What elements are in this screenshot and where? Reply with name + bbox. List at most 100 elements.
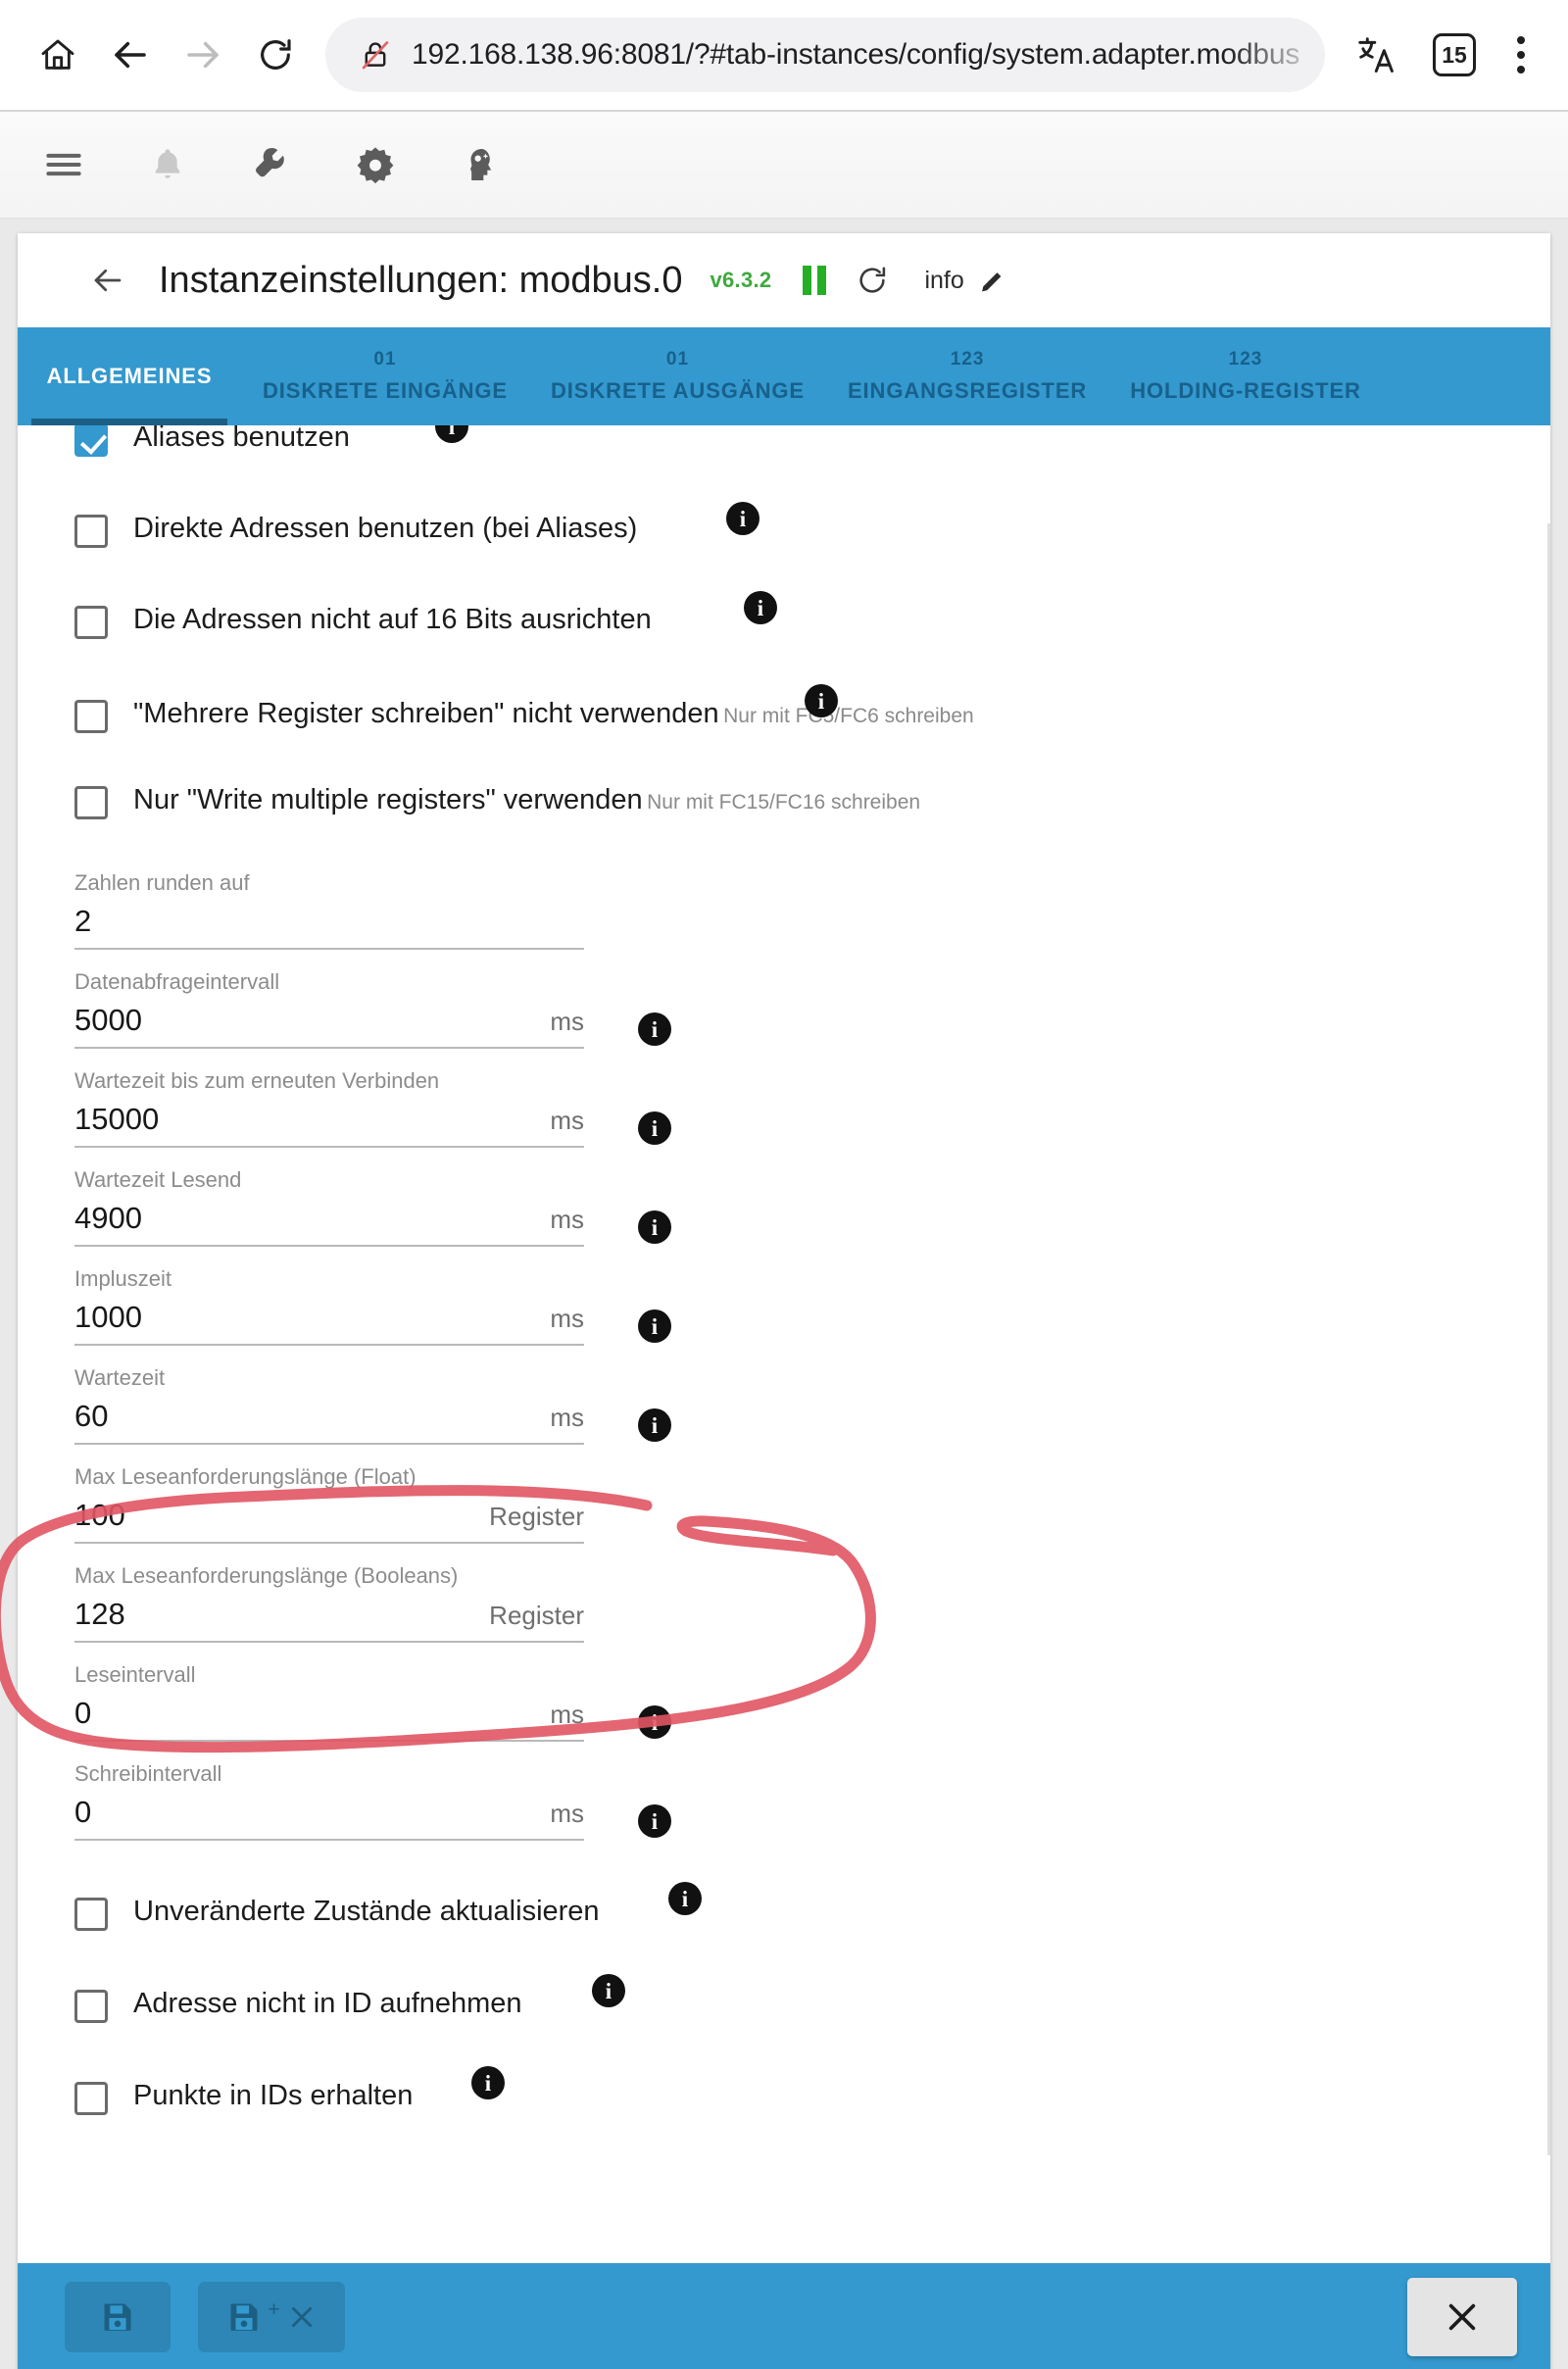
field-value[interactable]: 4900 xyxy=(74,1201,142,1236)
action-bar: + xyxy=(18,2263,1550,2369)
info-icon[interactable]: i xyxy=(726,502,760,535)
refresh-icon[interactable] xyxy=(856,264,889,297)
field-label: Max Leseanforderungslänge (Float) xyxy=(74,1464,416,1489)
checkbox-aliases-benutzen[interactable] xyxy=(74,425,108,457)
checkbox-row-adresse-nicht-in-id[interactable]: Adresse nicht in ID aufnehmen i xyxy=(74,1974,1499,2023)
checkbox-text: Die Adressen nicht auf 16 Bits ausrichte… xyxy=(133,604,652,636)
bell-icon[interactable] xyxy=(141,138,194,191)
checkbox-mehrere-register[interactable] xyxy=(74,700,108,733)
field-line: 128 Register xyxy=(74,1597,584,1643)
back-arrow-icon[interactable] xyxy=(90,263,125,298)
field-leseintervall[interactable]: Leseintervall 0 ms i xyxy=(74,1662,671,1742)
tab-diskrete-eingaenge[interactable]: 01 DISKRETE EINGÄNGE xyxy=(241,327,529,425)
checkbox-text: "Mehrere Register schreiben" nicht verwe… xyxy=(133,698,974,730)
close-button[interactable] xyxy=(1407,2278,1517,2356)
field-label: Leseintervall xyxy=(74,1662,196,1687)
field-line: 0 ms xyxy=(74,1696,584,1742)
info-icon[interactable]: i xyxy=(638,1309,671,1343)
checkbox-label: Adresse nicht in ID aufnehmen xyxy=(133,1988,522,2019)
checkbox-text: Nur "Write multiple registers" verwenden… xyxy=(133,784,920,816)
tab-holding-register[interactable]: 123 HOLDING-REGISTER xyxy=(1108,327,1383,425)
field-unit: ms xyxy=(550,1799,584,1828)
translate-icon[interactable] xyxy=(1341,19,1413,91)
checkbox-row-punkte-in-ids[interactable]: Punkte in IDs erhalten i xyxy=(74,2066,1499,2115)
info-icon[interactable]: i xyxy=(638,1210,671,1244)
info-icon[interactable]: i xyxy=(638,1408,671,1442)
info-icon[interactable]: i xyxy=(638,1705,671,1739)
field-value[interactable]: 128 xyxy=(74,1597,125,1632)
pause-icon[interactable] xyxy=(803,266,827,295)
expert-head-icon[interactable] xyxy=(453,138,506,191)
info-icon[interactable]: i xyxy=(435,425,468,443)
checkbox-adresse-nicht-in-id[interactable] xyxy=(74,1990,108,2023)
field-unit: Register xyxy=(489,1502,584,1531)
checkbox-row-unveraenderte-zustaende[interactable]: Unveränderte Zustände aktualisieren i xyxy=(74,1882,1499,1931)
tab-allgemeines[interactable]: ALLGEMEINES xyxy=(18,327,241,425)
field-value[interactable]: 2 xyxy=(74,904,91,939)
checkbox-text: Adresse nicht in ID aufnehmen xyxy=(133,1988,522,2020)
checkbox-adressen-16-bits[interactable] xyxy=(74,606,108,639)
home-icon[interactable] xyxy=(22,19,94,91)
field-label: Max Leseanforderungslänge (Booleans) xyxy=(74,1563,459,1588)
field-value[interactable]: 1000 xyxy=(74,1300,142,1335)
info-icon[interactable]: i xyxy=(638,1804,671,1838)
info-icon[interactable]: i xyxy=(638,1111,671,1145)
not-secure-lock-icon[interactable] xyxy=(353,32,398,77)
edit-pencil-icon[interactable] xyxy=(978,266,1007,295)
field-unit: ms xyxy=(550,1007,584,1036)
info-icon[interactable]: i xyxy=(805,684,838,717)
reload-icon[interactable] xyxy=(239,19,312,91)
page-title: Instanzeinstellungen: modbus.0 xyxy=(159,259,683,301)
info-icon[interactable]: i xyxy=(471,2066,505,2099)
app-toolbar xyxy=(0,112,1568,220)
checkbox-row-write-multiple[interactable]: Nur "Write multiple registers" verwenden… xyxy=(74,784,1499,819)
field-value[interactable]: 0 xyxy=(74,1795,91,1830)
info-icon[interactable]: i xyxy=(592,1974,625,2007)
field-schreibintervall[interactable]: Schreibintervall 0 ms i xyxy=(74,1761,671,1841)
info-icon[interactable]: i xyxy=(744,591,777,624)
field-line: 15000 ms xyxy=(74,1102,584,1148)
save-and-close-button[interactable]: + xyxy=(198,2282,345,2352)
tab-diskrete-ausgaenge[interactable]: 01 DISKRETE AUSGÄNGE xyxy=(529,327,826,425)
field-value[interactable]: 100 xyxy=(74,1498,125,1533)
hamburger-menu-icon[interactable] xyxy=(37,138,90,191)
field-wartezeit-verbinden[interactable]: Wartezeit bis zum erneuten Verbinden 150… xyxy=(74,1068,671,1148)
wrench-icon[interactable] xyxy=(245,138,298,191)
checkbox-write-multiple[interactable] xyxy=(74,786,108,819)
field-max-leseanforderungslaenge-float[interactable]: Max Leseanforderungslänge (Float) 100 Re… xyxy=(74,1464,584,1544)
scrollbar-track[interactable] xyxy=(1547,523,1550,2155)
tab-eingangsregister[interactable]: 123 EINGANGSREGISTER xyxy=(826,327,1108,425)
back-arrow-icon[interactable] xyxy=(94,19,167,91)
field-value[interactable]: 5000 xyxy=(74,1003,142,1038)
checkbox-row-adressen-16-bits[interactable]: Die Adressen nicht auf 16 Bits ausrichte… xyxy=(74,591,1499,639)
form-content: Aliases benutzen i Direkte Adressen benu… xyxy=(18,425,1550,2115)
field-max-leseanforderungslaenge-booleans[interactable]: Max Leseanforderungslänge (Booleans) 128… xyxy=(74,1563,584,1643)
info-icon[interactable]: i xyxy=(638,1012,671,1046)
field-value[interactable]: 0 xyxy=(74,1696,91,1731)
field-datenabfrageintervall[interactable]: Datenabfrageintervall 5000 ms i xyxy=(74,969,671,1049)
checkbox-row-aliases-benutzen[interactable]: Aliases benutzen i xyxy=(74,425,1499,457)
field-impluszeit[interactable]: Impluszeit 1000 ms i xyxy=(74,1266,671,1346)
checkbox-row-direkte-adressen[interactable]: Direkte Adressen benutzen (bei Aliases) … xyxy=(74,502,1499,548)
checkbox-unveraenderte-zustaende[interactable] xyxy=(74,1898,108,1931)
checkbox-punkte-in-ids[interactable] xyxy=(74,2082,108,2115)
checkbox-direkte-adressen[interactable] xyxy=(74,515,108,548)
field-line: 1000 ms xyxy=(74,1300,584,1346)
info-icon[interactable]: i xyxy=(668,1882,702,1915)
checkbox-text: Direkte Adressen benutzen (bei Aliases) xyxy=(133,513,637,545)
field-wartezeit-lesend[interactable]: Wartezeit Lesend 4900 ms i xyxy=(74,1167,671,1247)
field-value[interactable]: 60 xyxy=(74,1399,108,1434)
gear-icon[interactable] xyxy=(349,138,402,191)
info-link[interactable]: info xyxy=(924,267,963,295)
save-button[interactable] xyxy=(65,2282,171,2352)
field-zahlen-runden-auf[interactable]: Zahlen runden auf 2 xyxy=(74,870,584,950)
checkbox-sublabel: Nur mit FC15/FC16 schreiben xyxy=(647,791,921,814)
tab-count-badge[interactable]: 15 xyxy=(1433,33,1476,76)
field-wartezeit[interactable]: Wartezeit 60 ms i xyxy=(74,1365,671,1445)
field-unit: ms xyxy=(550,1106,584,1135)
field-value[interactable]: 15000 xyxy=(74,1102,159,1137)
checkbox-label: Punkte in IDs erhalten xyxy=(133,2080,414,2111)
address-bar[interactable]: 192.168.138.96:8081/?#tab-instances/conf… xyxy=(325,18,1325,92)
kebab-menu-icon[interactable] xyxy=(1495,24,1546,86)
checkbox-row-mehrere-register[interactable]: "Mehrere Register schreiben" nicht verwe… xyxy=(74,684,1499,733)
